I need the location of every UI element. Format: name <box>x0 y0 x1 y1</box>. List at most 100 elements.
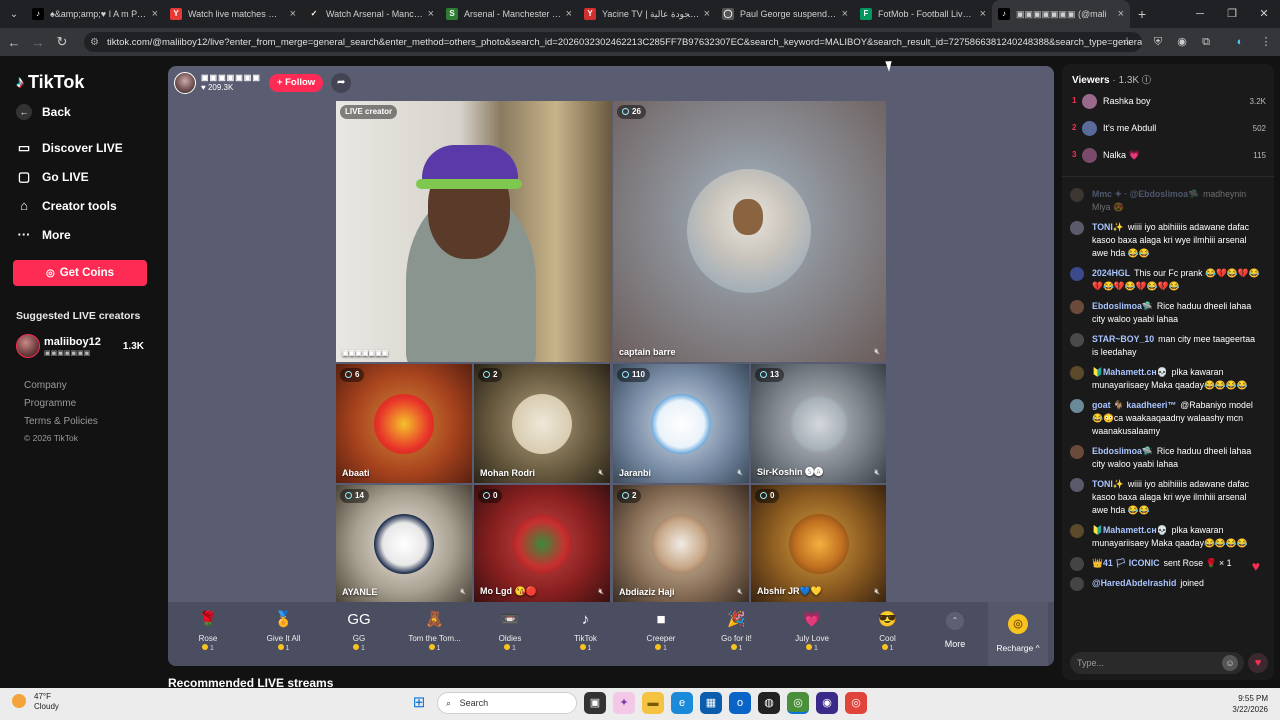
avatar[interactable] <box>1070 577 1084 591</box>
browser-tab[interactable]: ◯ Paul George suspended fo × <box>716 0 854 28</box>
chat-username[interactable]: Ebdoslimoa🛸 <box>1092 446 1153 456</box>
tab-close-icon[interactable]: × <box>1118 8 1124 20</box>
avatar[interactable] <box>1070 333 1084 347</box>
tab-close-icon[interactable]: × <box>290 8 296 20</box>
live-creator-video[interactable]: LIVE creator ▣▣▣▣▣▣▣ <box>336 101 611 362</box>
gift-item[interactable]: 🏅 Give It All 1 <box>249 608 319 652</box>
new-tab-button[interactable]: + <box>1130 6 1154 22</box>
media-app-icon[interactable]: ◉ <box>816 692 838 714</box>
footer-link-company[interactable]: Company <box>24 380 67 391</box>
taskbar-search[interactable]: ⌕ Search <box>437 692 577 714</box>
tab-close-icon[interactable]: × <box>152 8 158 20</box>
browser-menu-icon[interactable]: ⋮ <box>1256 28 1276 56</box>
url-field[interactable]: ⚙ tiktok.com/@maliiboy12/live?enter_from… <box>84 32 1142 52</box>
guest-tile[interactable]: 13 Sir-Koshin 🅢🅐 🔇︎ <box>751 364 886 483</box>
globe-extension-icon[interactable]: ◉ <box>1172 28 1192 56</box>
more-gifts-button[interactable]: ⌃ More <box>940 608 970 649</box>
chat-username[interactable]: Ebdoslimoa🛸 <box>1092 301 1153 311</box>
edge-icon[interactable]: e <box>671 692 693 714</box>
forward-arrow-icon[interactable]: → <box>26 35 50 50</box>
chrome-icon[interactable]: ◎ <box>787 692 809 714</box>
host-name[interactable]: ▣▣▣▣▣▣▣ <box>201 73 261 83</box>
top-viewer-row[interactable]: 3 Nalka 💗 115 <box>1072 148 1266 164</box>
chat-username[interactable]: 2024HGL <box>1092 268 1130 278</box>
avatar[interactable] <box>1070 366 1084 380</box>
guest-tile[interactable]: 0 Abshir JR💙💛 🔇︎ <box>751 485 886 602</box>
viewers-header[interactable]: Viewers · 1.3K ⓘ <box>1072 73 1151 86</box>
gift-item[interactable]: 📼 Oldies 1 <box>475 608 545 652</box>
weather-widget[interactable]: 47°F Cloudy <box>12 692 59 712</box>
guest-tile[interactable]: 14 AYANLE 🔇︎ <box>336 485 472 602</box>
gift-item[interactable]: ♪ TikTok 1 <box>551 608 621 652</box>
chat-username[interactable]: Mmc ✦ · @Ebdoslimoa🛸 <box>1092 189 1199 199</box>
tab-close-icon[interactable]: × <box>980 8 986 20</box>
nav-go-live[interactable]: ▢ Go LIVE <box>16 169 89 185</box>
site-info-icon[interactable]: ⚙ <box>90 37 99 48</box>
shield-extension-icon[interactable]: ⛨ <box>1148 28 1168 56</box>
windows-start-icon[interactable]: ⊞ <box>408 692 430 714</box>
nav-creator-tools[interactable]: ⌂ Creator tools <box>16 198 117 213</box>
browser-tab[interactable]: ✓ Watch Arsenal - Manchest × <box>302 0 440 28</box>
tab-close-icon[interactable]: × <box>842 8 848 20</box>
gift-item[interactable]: 🧸 Tom the Tom... 1 <box>400 608 470 652</box>
bookmark-star-icon[interactable]: ☆ <box>1122 35 1132 48</box>
gift-item[interactable]: 🌹 Rose 1 <box>173 608 243 652</box>
guest-video-captain-barre[interactable]: 26 captain barre 🔇︎ <box>613 101 886 362</box>
chrome-profile-icon[interactable]: ◎ <box>845 692 867 714</box>
chat-username[interactable]: @HaredAbdelrashid <box>1092 578 1176 588</box>
chat-username[interactable]: TONI✨ <box>1092 222 1124 232</box>
chat-username[interactable]: 🔰Mahamett.ᴄʜ💀 <box>1092 525 1168 535</box>
chat-username[interactable]: 👑41 🏳 ICONIC <box>1092 558 1160 568</box>
task-view-icon[interactable]: ▣ <box>584 692 606 714</box>
browser-tab[interactable]: ♪ ▣▣▣▣▣▣▣ (@mali × <box>992 0 1130 28</box>
back-button[interactable]: ← Back <box>16 104 71 120</box>
avatar[interactable] <box>1070 399 1084 413</box>
tab-search-menu-icon[interactable]: ⌄ <box>2 4 26 24</box>
avatar[interactable] <box>1070 557 1084 571</box>
browser-tab[interactable]: ♪ ♠&amp;amp;♥ I A m P a R D ♥ × <box>26 0 164 28</box>
browser-tab[interactable]: Y Yacine TV | يوم مجودة عالية × <box>578 0 716 28</box>
gift-item[interactable]: 😎 Cool 1 <box>853 608 923 652</box>
share-icon[interactable]: ➦ <box>331 73 352 93</box>
like-heart-button[interactable]: ♥ <box>1248 653 1268 673</box>
gift-item[interactable]: 💗 July Love 1 <box>777 608 847 652</box>
footer-link-programme[interactable]: Programme <box>24 398 76 409</box>
top-viewer-row[interactable]: 1 Rashka boy 3.2K <box>1072 94 1266 110</box>
profile-icon[interactable]: ◐ <box>1230 28 1250 56</box>
avatar[interactable] <box>1070 221 1084 235</box>
nav-discover-live[interactable]: ▭ Discover LIVE <box>16 140 123 156</box>
outlook-icon[interactable]: o <box>729 692 751 714</box>
minimize-icon[interactable]: ─ <box>1184 0 1216 28</box>
browser-tab[interactable]: S Arsenal - Manchester City × <box>440 0 578 28</box>
chat-input[interactable]: Type... ☺ <box>1070 652 1244 674</box>
recharge-button[interactable]: ◎ Recharge ^ <box>988 602 1048 666</box>
chat-username[interactable]: 🔰Mahamett.ᴄʜ💀 <box>1092 367 1168 377</box>
guest-tile[interactable]: 2 Mohan Rodri 🔇︎ <box>474 364 610 483</box>
gift-item[interactable]: 🎉 Go for it! 1 <box>702 608 772 652</box>
gift-item[interactable]: ■ Creeper 1 <box>626 608 696 652</box>
app-icon[interactable]: ◍ <box>758 692 780 714</box>
store-icon[interactable]: ▦ <box>700 692 722 714</box>
tab-close-icon[interactable]: × <box>704 8 710 20</box>
guest-tile[interactable]: 110 Jaranbi 🔇︎ <box>613 364 749 483</box>
footer-link-terms[interactable]: Terms & Policies <box>24 416 98 427</box>
top-viewer-row[interactable]: 2 It's me Abdull 502 <box>1072 121 1266 137</box>
avatar[interactable] <box>1070 267 1084 281</box>
nav-more[interactable]: ··· More <box>16 227 71 242</box>
maximize-icon[interactable]: ❐ <box>1216 0 1248 28</box>
avatar[interactable] <box>1070 188 1084 202</box>
follow-button[interactable]: + Follow <box>268 74 324 92</box>
copilot-icon[interactable]: ✦ <box>613 692 635 714</box>
browser-tab[interactable]: Y Watch live matches — Ya × <box>164 0 302 28</box>
chat-username[interactable]: STAR~BOY_10 <box>1092 334 1154 344</box>
guest-tile[interactable]: 0 Mo Lgd 😘🔴 🔇︎ <box>474 485 610 602</box>
close-window-icon[interactable]: ✕ <box>1248 0 1280 28</box>
host-avatar[interactable] <box>174 72 196 94</box>
chat-username[interactable]: goat 🐐 kaadheeri™ <box>1092 400 1176 410</box>
chat-username[interactable]: TONI✨ <box>1092 479 1124 489</box>
guest-tile[interactable]: 6 Abaati <box>336 364 472 483</box>
guest-tile[interactable]: 2 Abdiaziz Haji 🔇︎ <box>613 485 749 602</box>
avatar[interactable] <box>1070 478 1084 492</box>
emoji-icon[interactable]: ☺ <box>1222 655 1238 671</box>
avatar[interactable] <box>1070 445 1084 459</box>
